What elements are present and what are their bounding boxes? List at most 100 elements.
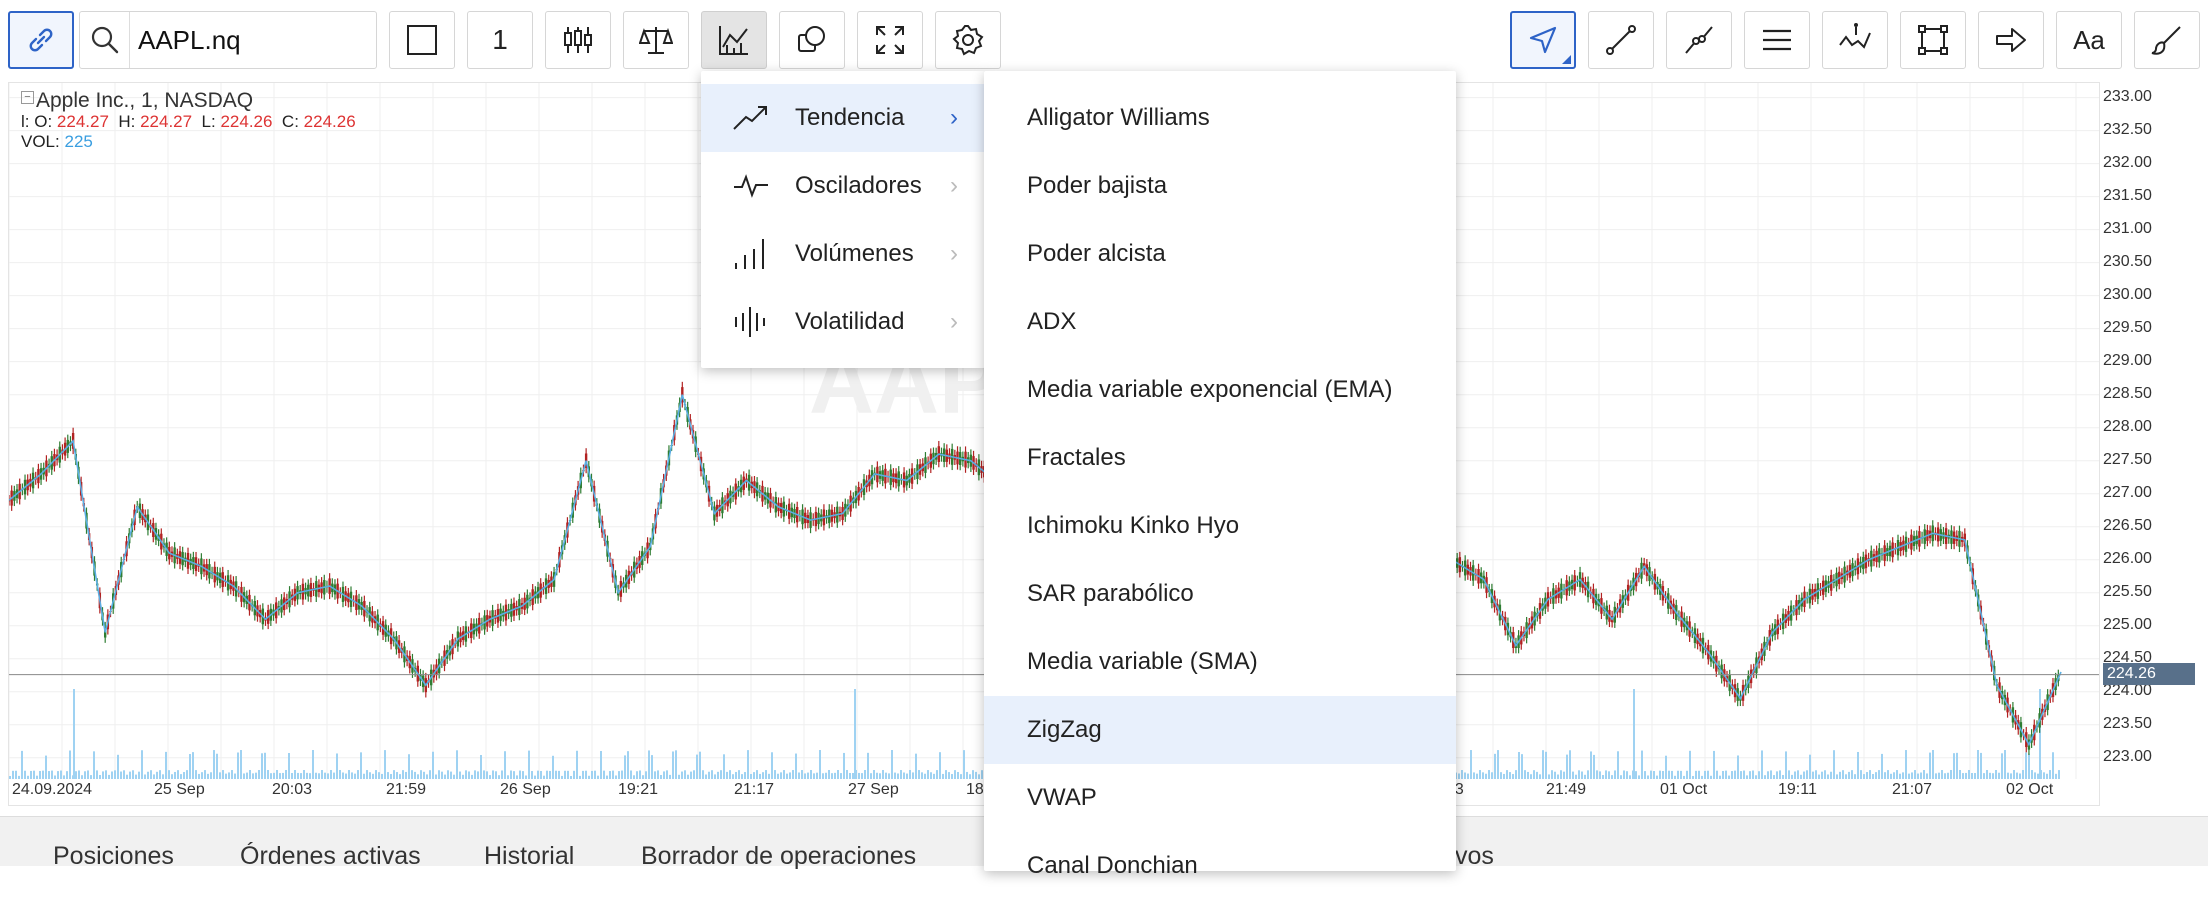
tab-trade-drafts[interactable]: Borrador de operaciones [641,842,916,871]
indicators-button[interactable] [701,11,767,69]
annotation-tool-button[interactable] [1822,11,1888,69]
volume-bar [93,751,95,779]
settings-button[interactable] [935,11,1001,69]
volume-bar [165,752,167,779]
volume-bar [843,753,845,779]
high-label: H: [118,112,135,131]
category-volatility[interactable]: Volatilidad › [701,288,985,356]
price-tick-label: 226.00 [2103,550,2152,568]
volume-bar [21,751,23,779]
category-label: Tendencia [795,104,943,132]
volume-bar [384,750,386,779]
volume-bar [672,751,674,779]
text-tool-button[interactable]: Aa [2056,11,2122,69]
category-volumes[interactable]: Volúmenes › [701,220,985,288]
time-tick-label: 20:03 [272,781,312,799]
volume-spike [1633,689,1635,779]
volume-bar [192,752,194,779]
candlestick-button[interactable] [545,11,611,69]
volume-bar [336,753,338,779]
chevron-right-icon: › [943,104,965,132]
indicator-fractals[interactable]: Fractales [984,424,1456,492]
volume-bar [2052,752,2054,779]
volume-bar [624,755,626,779]
time-tick-label: 02 Oct [2006,781,2053,799]
open-label: l: O: [21,112,52,131]
fullscreen-button[interactable] [857,11,923,69]
tab-positions[interactable]: Posiciones [53,842,174,871]
indicator-sma[interactable]: Media variable (SMA) [984,628,1456,696]
high-value: 224.27 [140,112,192,131]
volume-bar [432,752,434,779]
indicator-donchian[interactable]: Canal Donchian [984,832,1456,900]
time-tick-label: 24.09.2024 [12,781,92,799]
open-value: 224.27 [57,112,109,131]
tab-active-orders[interactable]: Órdenes activas [240,842,421,871]
volume-bar [696,755,698,779]
trend-line-tool-button[interactable] [1588,11,1654,69]
volume-bar [312,750,314,779]
indicator-zigzag[interactable]: ZigZag [984,696,1456,764]
time-tick-label: 21:49 [1546,781,1586,799]
volume-bar [1953,753,1955,779]
arrow-tool-button[interactable] [1978,11,2044,69]
chart-type-bar-button[interactable] [389,11,455,69]
indicator-parabolic-sar[interactable]: SAR parabólico [984,560,1456,628]
candlestick-icon [561,23,595,57]
volume-bar [117,755,119,779]
category-label: Osciladores [795,172,943,200]
arrow-right-icon [1994,23,2028,57]
category-trend[interactable]: Tendencia › [701,84,985,152]
symbol-search[interactable] [79,11,377,69]
polyline-tool-button[interactable] [1666,11,1732,69]
indicator-adx[interactable]: ADX [984,288,1456,356]
price-axis[interactable]: 233.00232.50232.00231.50231.00230.50230.… [2100,82,2208,806]
indicator-vwap[interactable]: VWAP [984,764,1456,832]
horizontal-lines-icon [1760,23,1794,57]
tab-assets-partial[interactable]: vos [1455,842,1494,871]
symbol-search-input[interactable] [130,25,360,56]
tab-history[interactable]: Historial [484,842,574,871]
brush-tool-button[interactable] [2134,11,2200,69]
brush-icon [2150,23,2184,57]
category-oscillators[interactable]: Osciladores › [701,152,985,220]
volume-bar [528,751,530,779]
shapes-button[interactable] [779,11,845,69]
volume-bar [552,756,554,779]
rectangle-tool-button[interactable] [1900,11,1966,69]
volume-bar [69,751,71,779]
time-tick-label: 01 Oct [1660,781,1707,799]
indicator-bulls-power[interactable]: Poder alcista [984,220,1456,288]
volume-bar [867,753,869,779]
link-toggle-button[interactable] [8,11,74,69]
volume-bar [1977,750,1979,779]
compare-button[interactable] [623,11,689,69]
volume-bar [1566,755,1568,779]
polyline-icon [1682,23,1716,57]
time-tick-label: 21:07 [1892,781,1932,799]
indicator-alligator[interactable]: Alligator Williams [984,84,1456,152]
chevron-right-icon: › [943,240,965,268]
volume-spike [2039,689,2041,779]
volume-bar [600,751,602,779]
tool-dropdown-indicator [1562,55,1571,64]
interval-button[interactable]: 1 [467,11,533,69]
volatility-icon [731,302,771,342]
volume-bar [1761,750,1763,779]
volume-bar [1569,750,1571,779]
volume-bar [651,755,653,779]
volume-bar [1929,753,1931,779]
volume-label: VOL: [21,132,60,151]
volume-bar [264,753,266,779]
price-tick-label: 231.00 [2103,220,2152,238]
search-icon [80,12,130,68]
collapse-legend-button[interactable]: − [21,91,34,104]
horizontal-lines-tool-button[interactable] [1744,11,1810,69]
price-tick-label: 232.50 [2103,121,2152,139]
price-tick-label: 225.50 [2103,583,2152,601]
indicator-ema[interactable]: Media variable exponencial (EMA) [984,356,1456,424]
cursor-tool-button[interactable] [1510,11,1576,69]
volume-bars-icon [731,234,771,274]
indicator-ichimoku[interactable]: Ichimoku Kinko Hyo [984,492,1456,560]
indicator-bears-power[interactable]: Poder bajista [984,152,1456,220]
